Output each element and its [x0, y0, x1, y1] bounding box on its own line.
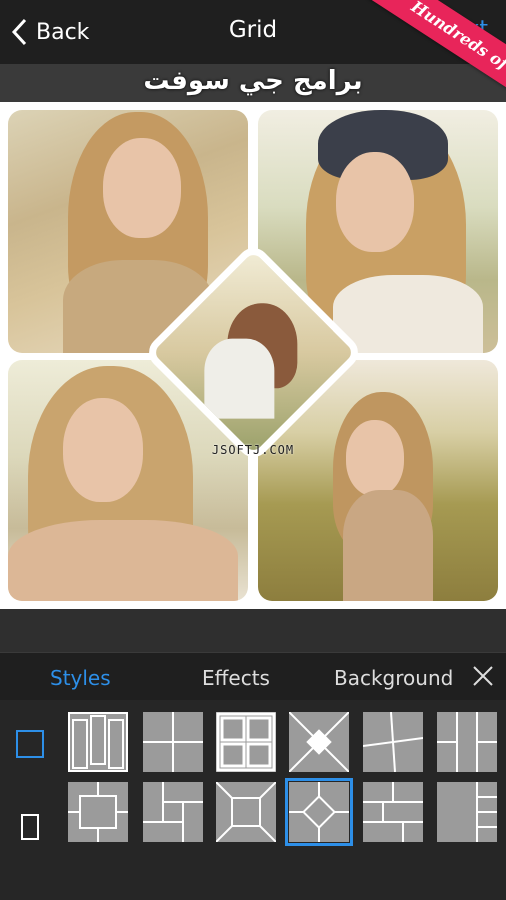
layout-option[interactable]	[143, 782, 203, 842]
layout-mosaic-icon	[363, 782, 423, 842]
photo-subject-body	[343, 490, 433, 601]
layout-option[interactable]	[68, 782, 128, 842]
collage-canvas: JSOFTJ.COM	[0, 102, 506, 609]
close-icon[interactable]	[470, 663, 496, 689]
layout-option-selected[interactable]	[285, 778, 353, 846]
layout-corner-grid-icon	[143, 782, 203, 842]
layout-option[interactable]	[289, 712, 349, 772]
layout-panel: Styles Effects Background	[0, 652, 506, 900]
photo-subject-face	[103, 138, 181, 238]
layout-option[interactable]	[437, 712, 497, 772]
layout-option[interactable]	[437, 782, 497, 842]
photo-subject-body	[8, 520, 238, 601]
layout-option[interactable]	[216, 712, 276, 772]
preview-gap	[0, 609, 506, 652]
photo-subject-face	[346, 420, 404, 496]
page-title: Grid	[228, 17, 278, 43]
layout-option[interactable]	[363, 712, 423, 772]
ratio-square-button[interactable]	[16, 730, 44, 758]
layout-option[interactable]	[68, 712, 128, 772]
layout-diamond-icon	[289, 782, 349, 842]
tab-effects[interactable]: Effects	[202, 666, 270, 690]
tab-styles[interactable]: Styles	[50, 666, 111, 690]
tab-background[interactable]: Background	[334, 666, 453, 690]
arabic-watermark: برامج جي سوفت	[143, 66, 363, 96]
photo-subject-body	[333, 275, 483, 353]
site-watermark: JSOFTJ.COM	[211, 443, 295, 457]
layout-split-columns-icon	[437, 712, 497, 772]
layout-option[interactable]	[363, 782, 423, 842]
tab-bar: Styles Effects Background	[0, 652, 506, 700]
layout-option[interactable]	[143, 712, 203, 772]
photo-subject-body	[204, 338, 275, 419]
top-bar: Back Grid Next	[0, 0, 506, 64]
layout-side-stack-icon	[476, 782, 497, 842]
photo-subject-face	[336, 152, 414, 252]
layout-tilted-grid-icon	[363, 712, 423, 772]
layout-option[interactable]	[216, 782, 276, 842]
layout-pinwheel-icon	[289, 712, 349, 772]
next-button[interactable]: Next	[437, 17, 488, 42]
layout-three-columns-icon	[68, 712, 128, 772]
layout-center-frame-icon	[68, 782, 128, 842]
layout-four-grid-icon	[143, 712, 203, 772]
layout-frame-center-icon	[216, 782, 276, 842]
ratio-portrait-button[interactable]	[21, 814, 39, 840]
app-screen: Back Grid Next Hundreds of Layouts برامج…	[0, 0, 506, 900]
layout-four-inset-icon	[216, 712, 276, 772]
